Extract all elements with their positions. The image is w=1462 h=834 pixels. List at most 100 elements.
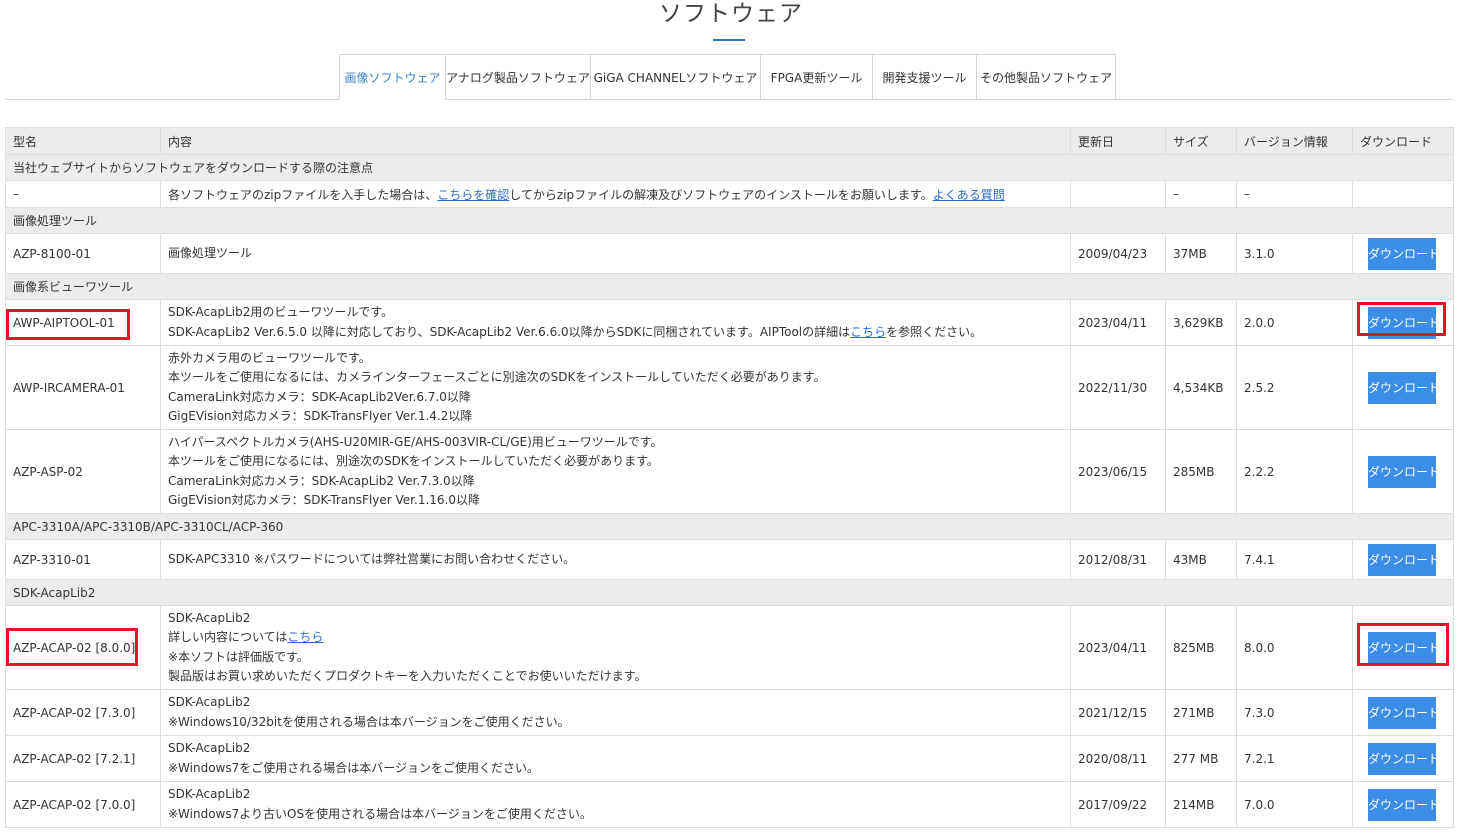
faq-link[interactable]: よくある質問 [933,188,1005,202]
model-cell: AWP-IRCAMERA-01 [5,345,161,430]
notice-text: 各ソフトウェアのzipファイルを入手した場合は、こちらを確認してからzipファイ… [160,180,1071,208]
date-cell: 2023/06/15 [1070,429,1166,514]
version-cell: 2.0.0 [1236,299,1353,346]
header-download: ダウンロード [1352,127,1454,155]
desc-line: CameraLink対応カメラ：SDK-AcapLib2Ver.6.7.0以降 [168,389,471,404]
version-cell: 7.4.1 [1236,539,1353,580]
download-cell: ダウンロード [1352,233,1454,274]
model-cell: AZP-ACAP-02 [8.0.0] [5,605,161,690]
desc-line: ハイパースペクトルカメラ(AHS-U20MIR-GE/AHS-003VIR-CL… [168,434,663,449]
size-cell: 3,629KB [1165,299,1237,346]
desc-line: ※Windows7より古いOSを使用される場合は本バージョンをご使用ください。 [168,806,592,821]
section-row-image-processing: 画像処理ツール [5,207,1454,234]
desc-line: GigEVision対応カメラ：SDK-TransFlyer Ver.1.4.2… [168,408,473,423]
section-title: 画像系ビューワツール [5,273,1454,300]
desc-cell: SDK-AcapLib2 ※Windows10/32bitを使用される場合は本バ… [160,689,1071,736]
size-cell: 271MB [1165,689,1237,736]
date-cell: 2012/08/31 [1070,539,1166,580]
desc-line: 画像処理ツール [168,245,253,260]
desc-line: GigEVision対応カメラ：SDK-TransFlyer Ver.1.16.… [168,492,480,507]
model-cell: – [5,180,161,208]
download-button[interactable]: ダウンロード [1368,742,1440,775]
download-button[interactable]: ダウンロード [1368,237,1440,270]
size-cell: 214MB [1165,781,1237,828]
version-cell: 2.2.2 [1236,429,1353,514]
header-size: サイズ [1165,127,1237,155]
section-row-viewer-tools: 画像系ビューワツール [5,273,1454,300]
header-updated: 更新日 [1070,127,1166,155]
desc-line: ※Windows10/32bitを使用される場合は本バージョンをご使用ください。 [168,714,570,729]
download-cell: ダウンロード [1352,539,1454,580]
tab-other-software[interactable]: その他製品ソフトウェア [976,54,1116,100]
section-row-notice: 当社ウェブサイトからソフトウェアをダウンロードする際の注意点 [5,154,1454,181]
notice-text-before: 各ソフトウェアのzipファイルを入手した場合は、 [168,187,438,202]
notice-text-after: してからzipファイルの解凍及びソフトウェアのインストールをお願いします。 [509,187,933,202]
size-cell: 825MB [1165,605,1237,690]
sdk-details-link[interactable]: こちら [287,630,323,644]
table-row: AZP-ACAP-02 [7.0.0] SDK-AcapLib2 ※Window… [5,781,1454,828]
desc-cell: SDK-AcapLib2 ※Windows7をご使用される場合は本バージョンをご… [160,735,1071,782]
desc-line: SDK-AcapLib2 [168,787,251,802]
desc-text: SDK-AcapLib2 Ver.6.5.0 以降に対応しており、SDK-Aca… [168,324,851,339]
desc-line: 本ツールをご使用になるには、カメラインターフェースごとに別途次のSDKをインスト… [168,370,826,385]
date-cell: 2021/12/15 [1070,689,1166,736]
desc-line: 詳しい内容についてはこちら [168,628,1063,647]
download-cell: ダウンロード [1352,735,1454,782]
model-cell: AZP-ACAP-02 [7.3.0] [5,689,161,736]
table-row: AZP-3310-01 SDK-APC3310 ※パスワードについては弊社営業に… [5,539,1454,580]
title-underline [713,39,745,41]
download-button[interactable]: ダウンロード [1368,306,1440,339]
download-button[interactable]: ダウンロード [1368,788,1440,821]
software-table: 型名 内容 更新日 サイズ バージョン情報 ダウンロード 当社ウェブサイトからソ… [5,127,1454,828]
tab-analog-software[interactable]: アナログ製品ソフトウェア [445,54,591,100]
table-row: AZP-ACAP-02 [8.0.0] SDK-AcapLib2 詳しい内容につ… [5,605,1454,690]
tab-fpga-update-tool[interactable]: FPGA更新ツール [760,54,873,100]
download-cell: ダウンロード [1352,781,1454,828]
confirm-here-link[interactable]: こちらを確認 [437,188,509,202]
date-cell: 2022/11/30 [1070,345,1166,430]
tab-dev-support-tool[interactable]: 開発支援ツール [872,54,977,100]
desc-line: 赤外カメラ用のビューワツールです。 [168,350,371,365]
date-cell: 2023/04/11 [1070,605,1166,690]
download-button[interactable]: ダウンロード [1368,543,1440,576]
desc-line: 本ツールをご使用になるには、別途次のSDKをインストールしていただく必要がありま… [168,454,659,469]
desc-cell: SDK-AcapLib2 ※Windows7より古いOSを使用される場合は本バー… [160,781,1071,828]
section-title: SDK-AcapLib2 [5,579,1454,606]
download-button[interactable]: ダウンロード [1368,631,1440,664]
download-cell: ダウンロード [1352,689,1454,736]
desc-cell: 赤外カメラ用のビューワツールです。 本ツールをご使用になるには、カメラインターフ… [160,345,1071,430]
desc-line: SDK-APC3310 ※パスワードについては弊社営業にお問い合わせください。 [168,551,576,566]
table-row: – 各ソフトウェアのzipファイルを入手した場合は、こちらを確認してからzipフ… [5,180,1454,208]
model-cell: AZP-3310-01 [5,539,161,580]
model-cell: AWP-AIPTOOL-01 [5,299,161,346]
download-cell: ダウンロード [1352,429,1454,514]
download-button[interactable]: ダウンロード [1368,696,1440,729]
download-button[interactable]: ダウンロード [1368,371,1440,404]
tab-giga-channel-software[interactable]: GiGA CHANNELソフトウェア [590,54,761,100]
date-cell: 2020/08/11 [1070,735,1166,782]
size-cell: – [1165,180,1237,208]
desc-line: SDK-AcapLib2 [168,695,251,710]
date-cell [1070,180,1166,208]
desc-cell: ハイパースペクトルカメラ(AHS-U20MIR-GE/AHS-003VIR-CL… [160,429,1071,514]
tab-image-software[interactable]: 画像ソフトウェア [339,54,446,100]
version-cell: 2.5.2 [1236,345,1353,430]
size-cell: 4,534KB [1165,345,1237,430]
version-cell: 7.2.1 [1236,735,1353,782]
desc-cell: 画像処理ツール [160,233,1071,274]
header-version: バージョン情報 [1236,127,1353,155]
version-cell: 7.0.0 [1236,781,1353,828]
section-row-sdk-acaplib2: SDK-AcapLib2 [5,579,1454,606]
desc-text: を参照ください。 [886,324,983,339]
table-row: AZP-ACAP-02 [7.3.0] SDK-AcapLib2 ※Window… [5,689,1454,736]
desc-cell: SDK-APC3310 ※パスワードについては弊社営業にお問い合わせください。 [160,539,1071,580]
download-cell: ダウンロード [1352,605,1454,690]
download-cell: ダウンロード [1352,345,1454,430]
version-cell: – [1236,180,1353,208]
table-row: AWP-AIPTOOL-01 SDK-AcapLib2用のビューワツールです。 … [5,299,1454,346]
download-button[interactable]: ダウンロード [1368,455,1440,488]
aiptool-details-link[interactable]: こちら [850,325,886,339]
version-cell: 3.1.0 [1236,233,1353,274]
page-title: ソフトウェア [659,1,803,27]
desc-line: ※本ソフトは評価版です。 [168,649,309,664]
